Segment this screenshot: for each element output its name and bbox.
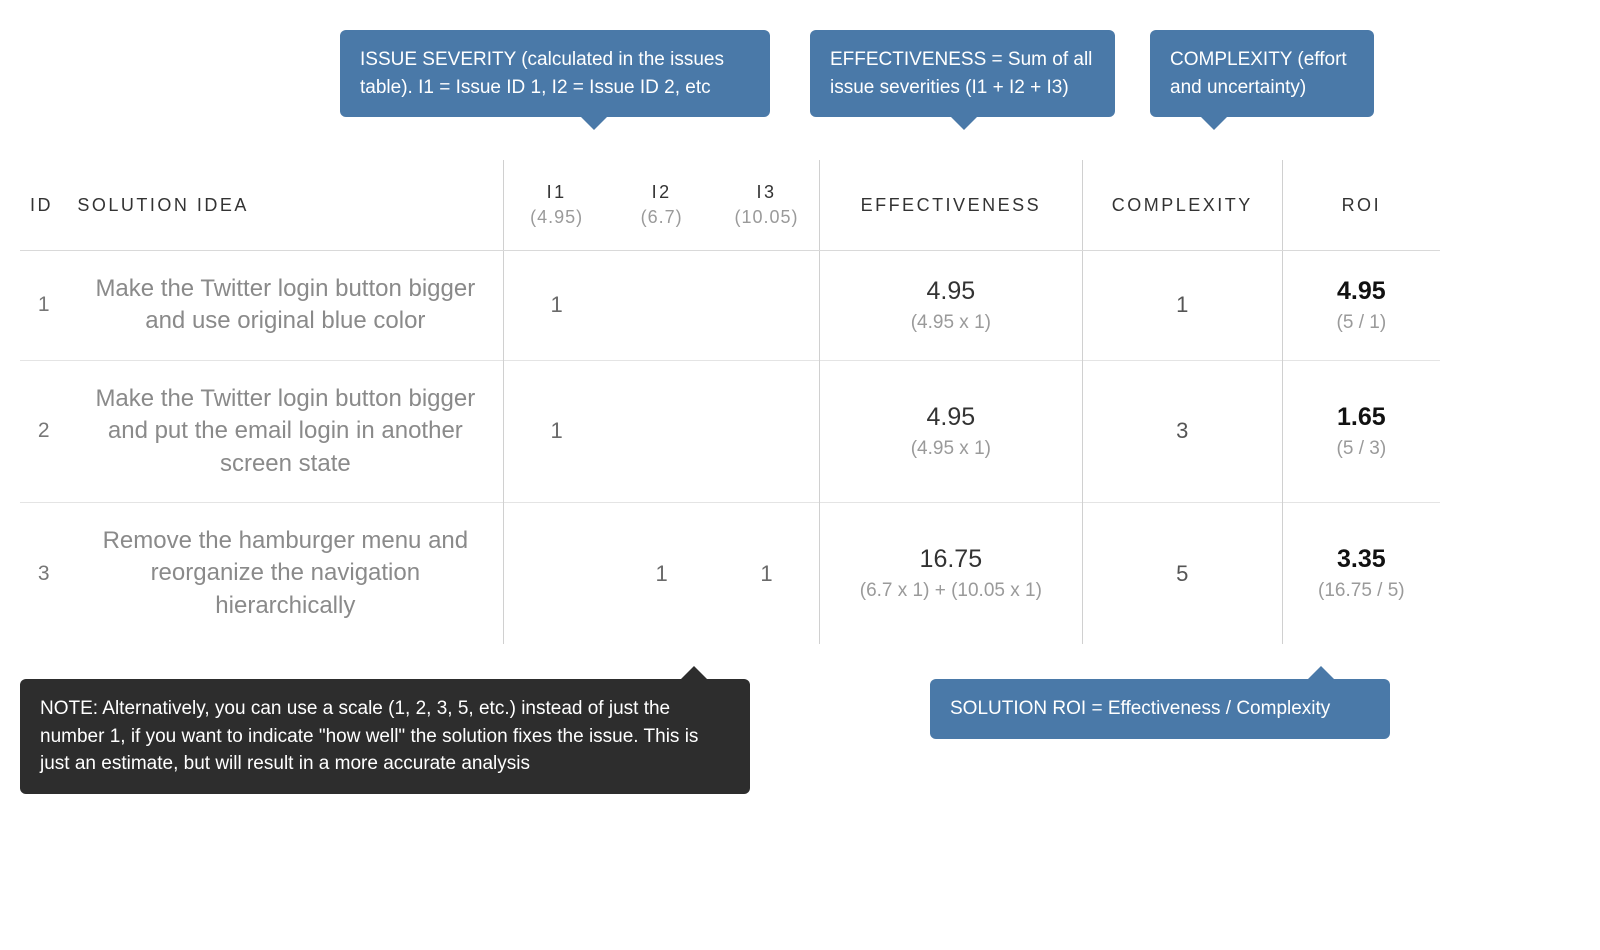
cell-i2: 1 [609, 502, 714, 644]
cell-idea: Remove the hamburger menu and reorganize… [67, 502, 504, 644]
column-header-solution-idea: SOLUTION IDEA [67, 160, 504, 251]
chevron-up-icon [1307, 666, 1335, 680]
cell-complexity: 3 [1082, 360, 1282, 502]
effectiveness-value: 4.95 [927, 403, 976, 431]
column-header-label: I1 [547, 182, 567, 202]
cell-effectiveness: 4.95 (4.95 x 1) [819, 251, 1082, 361]
cell-complexity: 1 [1082, 251, 1282, 361]
cell-id: 1 [20, 251, 67, 361]
column-header-complexity: COMPLEXITY [1082, 160, 1282, 251]
chevron-up-icon [680, 666, 708, 680]
cell-roi: 1.65 (5 / 3) [1282, 360, 1440, 502]
roi-calc: (16.75 / 5) [1293, 580, 1430, 602]
column-header-i1: I1 (4.95) [504, 160, 609, 251]
callout-text: COMPLEXITY (effort and uncertainty) [1170, 49, 1347, 98]
chevron-down-icon [580, 116, 608, 130]
callout-issue-severity: ISSUE SEVERITY (calculated in the issues… [340, 30, 770, 117]
roi-calc: (5 / 3) [1293, 438, 1430, 460]
callout-text: SOLUTION ROI = Effectiveness / Complexit… [950, 698, 1330, 719]
callouts-top: ISSUE SEVERITY (calculated in the issues… [340, 20, 1460, 150]
cell-idea: Make the Twitter login button bigger and… [67, 360, 504, 502]
callout-text: ISSUE SEVERITY (calculated in the issues… [360, 49, 724, 98]
column-header-sub: (10.05) [724, 207, 809, 228]
column-header-roi: ROI [1282, 160, 1440, 251]
roi-calc: (5 / 1) [1293, 312, 1430, 334]
solutions-table: ID SOLUTION IDEA I1 (4.95) I2 (6.7) I3 (… [20, 160, 1440, 644]
chevron-down-icon [1200, 116, 1228, 130]
cell-complexity: 5 [1082, 502, 1282, 644]
cell-id: 2 [20, 360, 67, 502]
cell-roi: 3.35 (16.75 / 5) [1282, 502, 1440, 644]
callout-note: NOTE: Alternatively, you can use a scale… [20, 679, 750, 794]
effectiveness-value: 16.75 [920, 545, 983, 573]
column-header-effectiveness: EFFECTIVENESS [819, 160, 1082, 251]
cell-i1: 1 [504, 251, 609, 361]
cell-id: 3 [20, 502, 67, 644]
chevron-down-icon [950, 116, 978, 130]
column-header-i3: I3 (10.05) [714, 160, 819, 251]
roi-value: 1.65 [1337, 403, 1386, 431]
cell-i3 [714, 360, 819, 502]
cell-i2 [609, 251, 714, 361]
effectiveness-calc: (4.95 x 1) [830, 312, 1072, 334]
cell-i1: 1 [504, 360, 609, 502]
cell-i3 [714, 251, 819, 361]
cell-i3: 1 [714, 502, 819, 644]
cell-effectiveness: 4.95 (4.95 x 1) [819, 360, 1082, 502]
roi-value: 3.35 [1337, 545, 1386, 573]
column-header-i2: I2 (6.7) [609, 160, 714, 251]
callout-effectiveness: EFFECTIVENESS = Sum of all issue severit… [810, 30, 1115, 117]
effectiveness-calc: (6.7 x 1) + (10.05 x 1) [830, 580, 1072, 602]
table-header-row: ID SOLUTION IDEA I1 (4.95) I2 (6.7) I3 (… [20, 160, 1440, 251]
cell-i2 [609, 360, 714, 502]
callout-text: NOTE: Alternatively, you can use a scale… [40, 698, 698, 774]
table-row: 1 Make the Twitter login button bigger a… [20, 251, 1440, 361]
column-header-id: ID [20, 160, 67, 251]
column-header-sub: (4.95) [514, 207, 599, 228]
table-row: 2 Make the Twitter login button bigger a… [20, 360, 1440, 502]
cell-effectiveness: 16.75 (6.7 x 1) + (10.05 x 1) [819, 502, 1082, 644]
effectiveness-calc: (4.95 x 1) [830, 438, 1072, 460]
effectiveness-value: 4.95 [927, 277, 976, 305]
callout-roi: SOLUTION ROI = Effectiveness / Complexit… [930, 679, 1390, 739]
callouts-bottom: NOTE: Alternatively, you can use a scale… [20, 654, 1460, 834]
cell-roi: 4.95 (5 / 1) [1282, 251, 1440, 361]
callout-complexity: COMPLEXITY (effort and uncertainty) [1150, 30, 1374, 117]
column-header-sub: (6.7) [619, 207, 704, 228]
callout-text: EFFECTIVENESS = Sum of all issue severit… [830, 49, 1092, 98]
roi-value: 4.95 [1337, 277, 1386, 305]
cell-i1 [504, 502, 609, 644]
column-header-label: I3 [757, 182, 777, 202]
column-header-label: I2 [652, 182, 672, 202]
table-row: 3 Remove the hamburger menu and reorgani… [20, 502, 1440, 644]
cell-idea: Make the Twitter login button bigger and… [67, 251, 504, 361]
